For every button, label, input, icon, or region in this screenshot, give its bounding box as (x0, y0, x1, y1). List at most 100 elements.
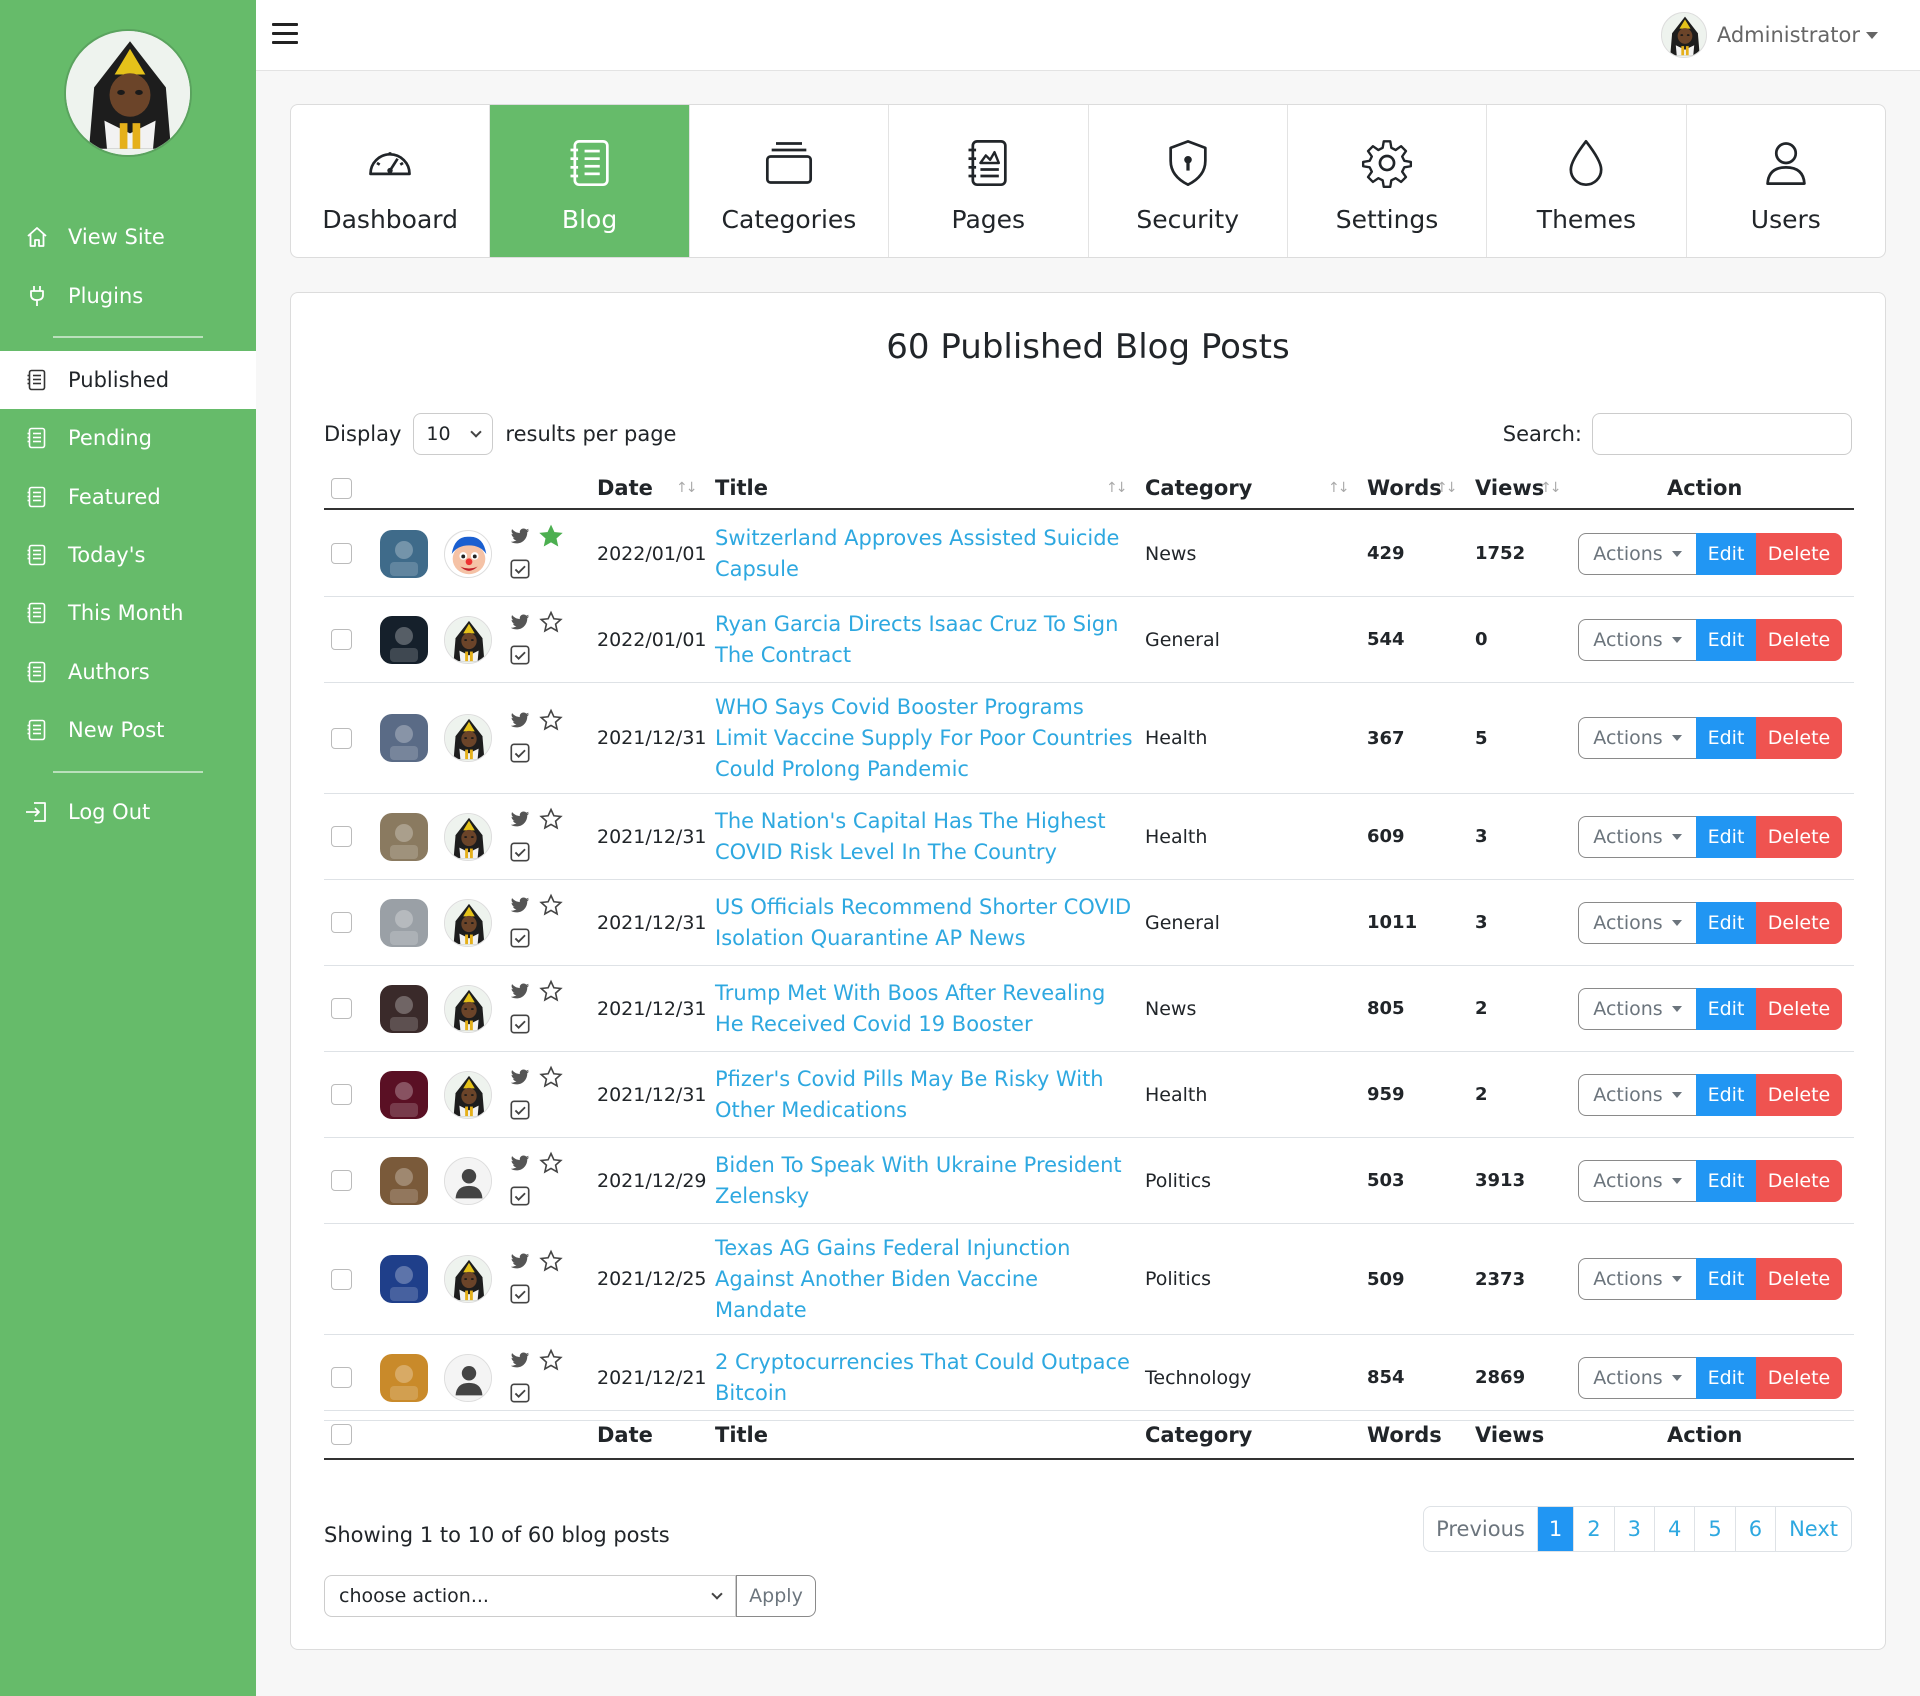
delete-button[interactable]: Delete (1756, 1356, 1842, 1399)
author-avatar[interactable] (444, 511, 492, 596)
sidebar-item-log-out[interactable]: Log Out (0, 783, 256, 841)
delete-button[interactable]: Delete (1756, 618, 1842, 661)
bulk-action-select[interactable]: choose action... (324, 1575, 736, 1617)
edit-button[interactable]: Edit (1696, 901, 1756, 944)
post-title-link[interactable]: Ryan Garcia Directs Isaac Cruz To Sign T… (715, 609, 1133, 671)
tab-settings[interactable]: Settings (1288, 105, 1488, 257)
actions-dropdown-button[interactable]: Actions (1578, 1356, 1696, 1399)
header-category[interactable]: Category (1145, 468, 1252, 508)
edit-button[interactable]: Edit (1696, 618, 1756, 661)
actions-dropdown-button[interactable]: Actions (1578, 532, 1696, 575)
pagination-page-1[interactable]: 1 (1537, 1507, 1575, 1551)
post-title-link[interactable]: The Nation's Capital Has The Highest COV… (715, 806, 1133, 868)
edit-button[interactable]: Edit (1696, 1258, 1756, 1300)
tab-security[interactable]: Security (1089, 105, 1288, 257)
row-checkbox[interactable] (331, 597, 352, 682)
edit-button[interactable]: Edit (1696, 1073, 1756, 1116)
post-title-link[interactable]: Texas AG Gains Federal Injunction Agains… (715, 1233, 1133, 1326)
row-checkbox[interactable] (331, 1138, 352, 1223)
edit-button[interactable]: Edit (1696, 1159, 1756, 1202)
star-icon[interactable] (539, 979, 563, 1007)
check-square-icon[interactable] (509, 1013, 531, 1039)
sidebar-item-published[interactable]: Published (0, 351, 256, 409)
edit-button[interactable]: Edit (1696, 717, 1756, 759)
pagination-page-3[interactable]: 3 (1615, 1507, 1655, 1551)
sidebar-item-this-month[interactable]: This Month (0, 584, 256, 642)
sidebar-item-plugins[interactable]: Plugins (0, 267, 256, 325)
row-checkbox[interactable] (331, 683, 352, 793)
edit-button[interactable]: Edit (1696, 815, 1756, 858)
row-checkbox[interactable] (331, 794, 352, 879)
sidebar-item-featured[interactable]: Featured (0, 468, 256, 526)
sidebar-item-new-post[interactable]: New Post (0, 701, 256, 759)
twitter-icon[interactable] (509, 710, 531, 734)
actions-dropdown-button[interactable]: Actions (1578, 1073, 1696, 1116)
star-icon[interactable] (539, 893, 563, 921)
pagination-previous[interactable]: Previous (1424, 1507, 1538, 1551)
twitter-icon[interactable] (509, 1251, 531, 1275)
row-checkbox[interactable] (331, 966, 352, 1051)
search-input[interactable] (1592, 413, 1852, 455)
sidebar-item-view-site[interactable]: View Site (0, 208, 256, 266)
check-square-icon[interactable] (509, 927, 531, 953)
tab-blog[interactable]: Blog (490, 105, 690, 257)
twitter-icon[interactable] (509, 1067, 531, 1091)
row-checkbox[interactable] (331, 1052, 352, 1137)
post-title-link[interactable]: Biden To Speak With Ukraine President Ze… (715, 1150, 1133, 1212)
sidebar-item-todays[interactable]: Today's (0, 526, 256, 584)
apply-button[interactable]: Apply (736, 1575, 816, 1617)
post-title-link[interactable]: 2 Cryptocurrencies That Could Outpace Bi… (715, 1347, 1133, 1409)
sort-icon[interactable]: ↑↓ (1106, 480, 1128, 496)
per-page-select[interactable]: 10 (413, 413, 494, 455)
sort-icon[interactable]: ↑↓ (1328, 480, 1350, 496)
pagination-page-5[interactable]: 5 (1695, 1507, 1736, 1551)
delete-button[interactable]: Delete (1756, 987, 1842, 1030)
pagination-page-6[interactable]: 6 (1736, 1507, 1777, 1551)
actions-dropdown-button[interactable]: Actions (1578, 1159, 1696, 1202)
sidebar-item-pending[interactable]: Pending (0, 409, 256, 467)
check-square-icon[interactable] (509, 644, 531, 670)
delete-button[interactable]: Delete (1756, 532, 1842, 575)
row-checkbox[interactable] (331, 1224, 352, 1334)
twitter-icon[interactable] (509, 895, 531, 919)
menu-toggle-icon[interactable] (272, 23, 298, 45)
row-checkbox[interactable] (331, 511, 352, 596)
check-square-icon[interactable] (509, 1382, 531, 1408)
twitter-icon[interactable] (509, 612, 531, 636)
star-filled-icon[interactable] (539, 524, 563, 552)
check-square-icon[interactable] (509, 841, 531, 867)
check-square-icon[interactable] (509, 1185, 531, 1211)
sort-icon[interactable]: ↑↓ (676, 480, 698, 496)
pagination-next[interactable]: Next (1776, 1507, 1851, 1551)
tab-categories[interactable]: Categories (690, 105, 890, 257)
post-title-link[interactable]: US Officials Recommend Shorter COVID Iso… (715, 892, 1133, 954)
header-words[interactable]: Words (1367, 468, 1442, 508)
delete-button[interactable]: Delete (1756, 1073, 1842, 1116)
actions-dropdown-button[interactable]: Actions (1578, 1258, 1696, 1300)
twitter-icon[interactable] (509, 1350, 531, 1374)
tab-themes[interactable]: Themes (1487, 105, 1687, 257)
star-icon[interactable] (539, 1348, 563, 1376)
check-square-icon[interactable] (509, 1099, 531, 1125)
edit-button[interactable]: Edit (1696, 987, 1756, 1030)
header-title[interactable]: Title (715, 468, 768, 508)
author-avatar[interactable] (444, 880, 492, 965)
author-avatar[interactable] (444, 1335, 492, 1420)
author-avatar[interactable] (444, 683, 492, 793)
sidebar-item-authors[interactable]: Authors (0, 643, 256, 701)
author-avatar[interactable] (444, 1138, 492, 1223)
actions-dropdown-button[interactable]: Actions (1578, 987, 1696, 1030)
user-menu[interactable]: Administrator (1660, 12, 1878, 58)
twitter-icon[interactable] (509, 526, 531, 550)
actions-dropdown-button[interactable]: Actions (1578, 901, 1696, 944)
tab-pages[interactable]: Pages (889, 105, 1089, 257)
author-avatar[interactable] (444, 966, 492, 1051)
actions-dropdown-button[interactable]: Actions (1578, 618, 1696, 661)
tab-users[interactable]: Users (1687, 105, 1885, 257)
sort-icon[interactable]: ↑↓ (1540, 480, 1562, 496)
header-views[interactable]: Views (1475, 468, 1544, 508)
tab-dashboard[interactable]: Dashboard (291, 105, 491, 257)
delete-button[interactable]: Delete (1756, 717, 1842, 759)
site-logo-avatar[interactable] (64, 29, 192, 157)
actions-dropdown-button[interactable]: Actions (1578, 717, 1696, 759)
